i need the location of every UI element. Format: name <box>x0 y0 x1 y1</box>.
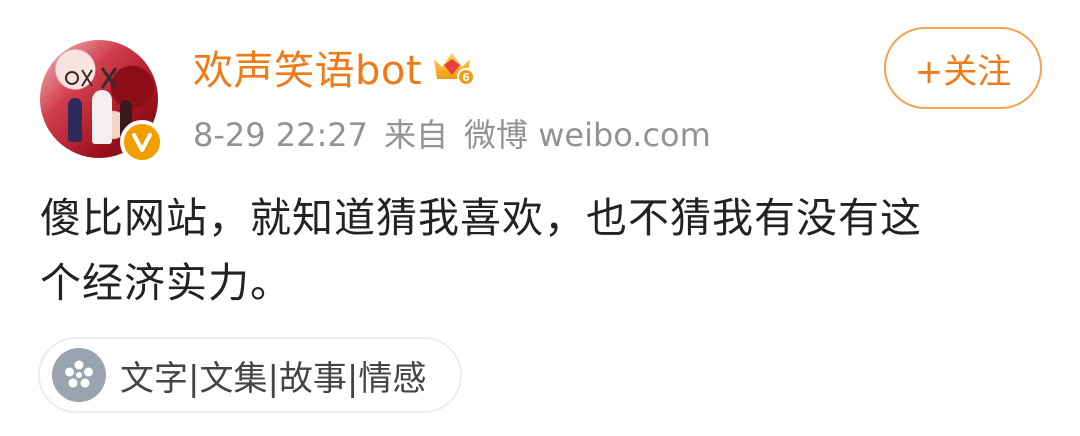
post-text-line: 傻比网站，就知道猜我喜欢，也不猜我有没有这 <box>40 194 922 242</box>
avatar-figure <box>68 98 82 142</box>
post-text-line: 个经济实力。 <box>40 259 292 307</box>
topic-chip[interactable]: 文字|文集|故事|情感 <box>38 337 462 413</box>
post-source[interactable]: 微博 weibo.com <box>464 116 711 154</box>
avatar-figure <box>92 90 112 144</box>
topic-flower-icon <box>52 348 106 402</box>
post-meta: 8-29 22:27 来自 微博 weibo.com <box>193 110 727 156</box>
verified-v-icon <box>120 120 164 164</box>
vip-crown-icon[interactable]: 6 <box>430 45 475 89</box>
vip-level-text: 6 <box>462 71 470 84</box>
user-avatar[interactable] <box>40 40 164 164</box>
source-prefix: 来自 <box>384 116 449 154</box>
username-row: 欢声笑语bot 6 <box>193 38 475 96</box>
post-text: 傻比网站，就知道猜我喜欢，也不猜我有没有这 个经济实力。 <box>40 186 1050 316</box>
follow-button[interactable]: +关注 <box>884 27 1042 109</box>
username[interactable]: 欢声笑语bot <box>193 38 422 96</box>
topic-label: 文字|文集|故事|情感 <box>120 358 427 399</box>
post-time: 8-29 22:27 <box>193 116 369 154</box>
avatar-doodle-icon <box>65 67 118 89</box>
weibo-post-card: 欢声笑语bot 6 8-29 22:27 来自 微博 weibo.com +关注 傻… <box>0 0 1080 436</box>
